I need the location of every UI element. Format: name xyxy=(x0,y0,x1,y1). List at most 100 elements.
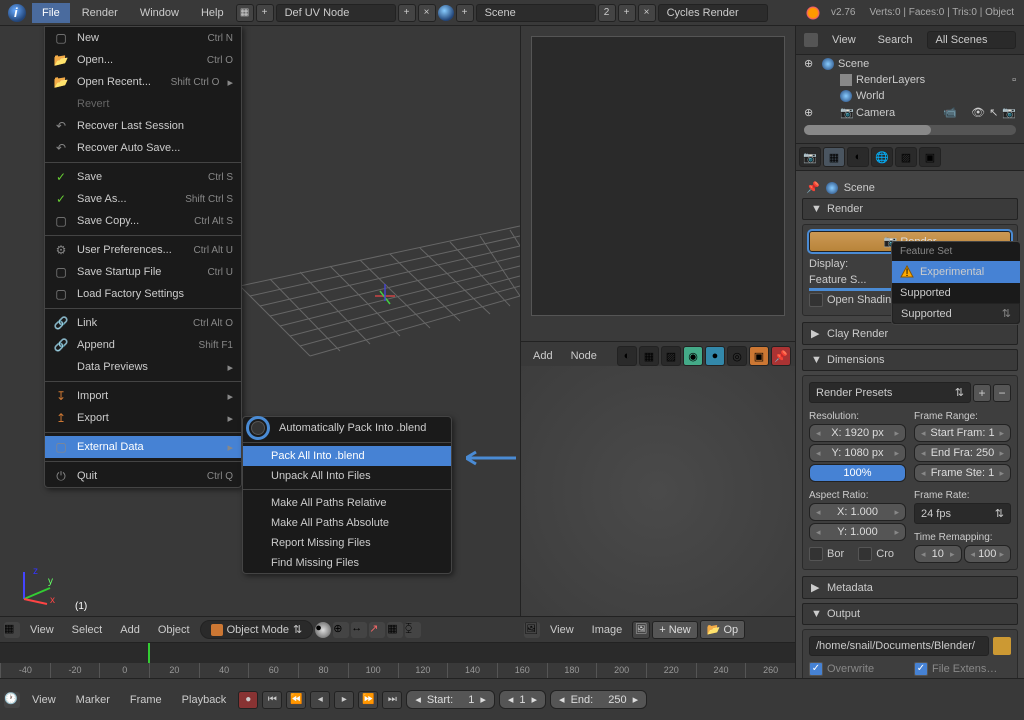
layout-add-btn[interactable]: + xyxy=(398,4,416,22)
layout-icon[interactable]: ▦ xyxy=(236,4,254,22)
menu-find-missing[interactable]: Find Missing Files xyxy=(243,553,451,573)
tl-frame[interactable]: Frame xyxy=(122,690,170,710)
play-btn[interactable]: ▸ xyxy=(334,691,354,709)
layout-field[interactable]: Def UV Node xyxy=(276,4,396,22)
menu-paths-absolute[interactable]: Make All Paths Absolute xyxy=(243,513,451,533)
next-key-btn[interactable]: ⏩ xyxy=(358,691,378,709)
menu-open[interactable]: 📂Open...Ctrl O xyxy=(45,49,241,71)
menu-recover-last[interactable]: ↶Recover Last Session xyxy=(45,115,241,137)
shader-icon[interactable]: ◐ xyxy=(617,346,637,366)
menu-data-previews[interactable]: Data Previews▸ xyxy=(45,356,241,378)
scene-add-btn[interactable]: + xyxy=(618,4,636,22)
timeline-editor-icon[interactable]: 🕐 xyxy=(4,692,20,708)
scene-icon[interactable] xyxy=(438,5,454,21)
playhead[interactable] xyxy=(148,643,150,663)
camera-data-icon[interactable]: 📹 xyxy=(943,106,957,119)
menu-window[interactable]: Window xyxy=(130,3,189,23)
vp-object[interactable]: Object xyxy=(150,620,198,640)
aspect-y[interactable]: ◂Y: 1.000▸ xyxy=(809,523,906,541)
res-y[interactable]: ◂Y: 1080 px▸ xyxy=(809,444,906,462)
menu-import[interactable]: ↧Import▸ xyxy=(45,385,241,407)
crop-cb[interactable] xyxy=(858,547,872,561)
outliner-scrollbar[interactable] xyxy=(804,125,1016,135)
current-frame-field[interactable]: ◂1▸ xyxy=(499,690,546,709)
panel-metadata[interactable]: ▶Metadata xyxy=(802,576,1018,599)
menu-unpack-all[interactable]: Unpack All Into Files xyxy=(243,466,451,486)
menu-load-factory[interactable]: ▢Load Factory Settings xyxy=(45,283,241,305)
panel-dimensions[interactable]: ▼Dimensions xyxy=(802,349,1018,371)
menu-save-copy[interactable]: ▢Save Copy...Ctrl Alt S xyxy=(45,210,241,232)
panel-render[interactable]: ▼Render xyxy=(802,198,1018,220)
editor-type-icon[interactable]: ▦ xyxy=(4,622,20,638)
scene-del-btn[interactable]: × xyxy=(638,4,656,22)
shading-icon[interactable]: ● xyxy=(315,622,331,638)
layout-del-btn[interactable]: × xyxy=(418,4,436,22)
jump-start-btn[interactable]: ⏮ xyxy=(262,691,282,709)
menu-paths-relative[interactable]: Make All Paths Relative xyxy=(243,493,451,513)
remap-old[interactable]: ◂10▸ xyxy=(914,545,962,563)
res-percent[interactable]: 100% xyxy=(809,464,906,482)
menu-auto-pack[interactable]: Automatically Pack Into .blend xyxy=(243,417,451,439)
feature-experimental[interactable]: !Experimental xyxy=(892,261,1020,283)
pin-icon[interactable]: 📌 xyxy=(806,181,820,194)
end-frame[interactable]: ◂End Fra: 250▸ xyxy=(914,444,1011,462)
play-rev-btn[interactable]: ◂ xyxy=(310,691,330,709)
layout-plus-icon[interactable]: + xyxy=(256,4,274,22)
tab-world[interactable]: 🌐 xyxy=(871,147,893,167)
fileext-cb[interactable] xyxy=(914,662,928,676)
preset-remove[interactable]: − xyxy=(993,384,1011,402)
vp-select[interactable]: Select xyxy=(64,620,111,640)
tl-view[interactable]: View xyxy=(24,690,64,710)
cursor-icon[interactable]: ↖ xyxy=(989,106,998,119)
menu-open-recent[interactable]: 📂Open Recent...Shift Ctrl O▸ xyxy=(45,71,241,93)
aspect-x[interactable]: ◂X: 1.000▸ xyxy=(809,503,906,521)
image-editor-icon[interactable]: 🖼 xyxy=(524,622,540,638)
outliner-mode[interactable]: All Scenes xyxy=(927,31,1016,49)
layers-icon[interactable]: ▦ xyxy=(387,622,403,638)
panel-output[interactable]: ▼Output xyxy=(802,603,1018,625)
jump-end-btn[interactable]: ⏭ xyxy=(382,691,402,709)
tab-scene[interactable]: ◐ xyxy=(847,147,869,167)
tab-object[interactable]: ▨ xyxy=(895,147,917,167)
menu-pack-all[interactable]: Pack All Into .blend xyxy=(243,446,451,466)
menu-quit[interactable]: ⏻QuitCtrl Q xyxy=(45,465,241,487)
vp-view[interactable]: View xyxy=(22,620,62,640)
menu-export[interactable]: ↥Export▸ xyxy=(45,407,241,429)
prev-key-btn[interactable]: ⏪ xyxy=(286,691,306,709)
lamp-icon[interactable]: ◎ xyxy=(727,346,747,366)
img-image[interactable]: Image xyxy=(584,620,631,640)
feature-set-field[interactable]: Supported⇅ xyxy=(892,303,1020,324)
menu-save[interactable]: ✓SaveCtrl S xyxy=(45,166,241,188)
backdrop-icon[interactable]: ▣ xyxy=(749,346,769,366)
outliner-view[interactable]: View xyxy=(824,30,864,50)
img-open-btn[interactable]: 📂 Op xyxy=(700,620,745,639)
image-icon[interactable]: ▫ xyxy=(1012,74,1016,86)
snap-icon[interactable]: ⧲ xyxy=(405,622,421,638)
img-view[interactable]: View xyxy=(542,620,582,640)
scene-plus-icon[interactable]: + xyxy=(456,4,474,22)
output-path[interactable]: /home/snail/Documents/Blender/ xyxy=(809,636,989,656)
pin-icon[interactable]: 📌 xyxy=(771,346,791,366)
outliner-renderlayers[interactable]: RenderLayers▫ xyxy=(796,72,1024,88)
img-browse[interactable]: 🖼 xyxy=(632,621,650,639)
tab-render[interactable]: 📷 xyxy=(799,147,821,167)
material-icon[interactable]: ◉ xyxy=(683,346,703,366)
tab-constraints[interactable]: ▣ xyxy=(919,147,941,167)
res-x[interactable]: ◂X: 1920 px▸ xyxy=(809,424,906,442)
preset-add[interactable]: + xyxy=(973,384,991,402)
menu-new[interactable]: ▢NewCtrl N xyxy=(45,27,241,49)
menu-report-missing[interactable]: Report Missing Files xyxy=(243,533,451,553)
border-cb[interactable] xyxy=(809,547,823,561)
info-icon[interactable] xyxy=(8,4,26,22)
start-frame-field[interactable]: ◂Start: 1▸ xyxy=(406,690,495,709)
menu-help[interactable]: Help xyxy=(191,3,234,23)
menu-render[interactable]: Render xyxy=(72,3,128,23)
end-frame-field[interactable]: ◂End: 250▸ xyxy=(550,690,647,709)
mode-selector[interactable]: Object Mode⇅ xyxy=(200,620,314,639)
uv-editor[interactable] xyxy=(521,26,795,341)
feature-supported[interactable]: Supported xyxy=(892,283,1020,303)
panel-clay[interactable]: ▶Clay Render xyxy=(802,322,1018,345)
texture-icon[interactable]: ▨ xyxy=(661,346,681,366)
menu-external-data[interactable]: ▢External Data▸ xyxy=(45,436,241,458)
node-editor-canvas[interactable] xyxy=(521,366,795,616)
